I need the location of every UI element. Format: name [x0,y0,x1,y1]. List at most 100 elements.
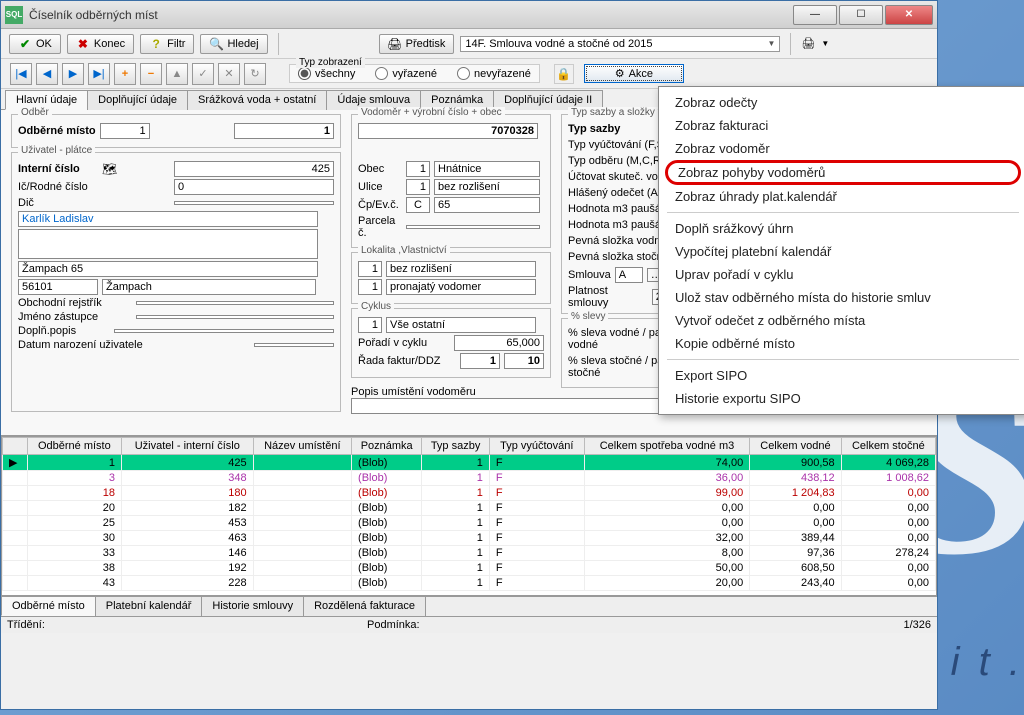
ulice-code-input[interactable]: 1 [406,179,430,195]
dic-input[interactable] [174,201,334,205]
grid-header[interactable]: Uživatel - interní číslo [121,438,253,455]
table-row[interactable]: 18180(Blob)1F99,001 204,830,00 [3,486,936,501]
odberne-misto-input2[interactable]: 1 [234,123,334,139]
predtisk-button[interactable]: 🖨Předtisk [379,34,455,54]
table-row[interactable]: 3348(Blob)1F36,00438,121 008,62 [3,471,936,486]
akce-button[interactable]: ⚙Akce [584,64,684,83]
dopln-popis-input[interactable] [114,329,334,333]
vlast-code-input[interactable]: 1 [358,279,382,295]
table-row[interactable]: 20182(Blob)1F0,000,000,00 [3,501,936,516]
parcela-input[interactable] [406,225,540,229]
tab-rozdelena-fakturace[interactable]: Rozdělená fakturace [303,597,426,616]
radio-all[interactable]: všechny [298,67,355,80]
grid-header[interactable]: Typ sazby [422,438,489,455]
obch-rejstrik-input[interactable] [136,301,334,305]
rada2-input[interactable]: 10 [504,353,544,369]
obec-name-input[interactable]: Hnátnice [434,161,540,177]
smlouva-val-input[interactable]: A [615,267,643,283]
vlast-name-input[interactable]: pronajatý vodomer [386,279,536,295]
menu-vytvor-odecet[interactable]: Vytvoř odečet z odběrného místa [659,309,1024,332]
nav-delete-button[interactable]: − [140,63,162,85]
tab-historie-smlouvy[interactable]: Historie smlouvy [201,597,304,616]
nav-last-button[interactable]: ▶| [88,63,110,85]
nav-add-button[interactable]: + [114,63,136,85]
lokalita-name-input[interactable]: bez rozlišení [386,261,536,277]
adresa-input[interactable]: Žampach 65 [18,261,318,277]
cpev-type-input[interactable]: C [406,197,430,213]
grid-header[interactable]: Typ vyúčtování [489,438,584,455]
nav-edit-button[interactable]: ▲ [166,63,188,85]
print-icon[interactable]: 🖨 [801,37,815,50]
table-row[interactable]: 33146(Blob)1F8,0097,36278,24 [3,546,936,561]
obec-code-input[interactable]: 1 [406,161,430,177]
ulice-name-input[interactable]: bez rozlišení [434,179,540,195]
menu-zobraz-vodomer[interactable]: Zobraz vodoměr [659,137,1024,160]
ok-button[interactable]: ✔OK [9,34,61,54]
grid-header[interactable]: Poznámka [352,438,422,455]
grid-area: Odběrné místoUživatel - interní čísloNáz… [1,435,937,596]
cyklus-name-input[interactable]: Vše ostatní [386,317,536,333]
menu-dopln-srazkovy[interactable]: Doplň srážkový úhrn [659,217,1024,240]
menu-zobraz-pohyby-vodomeru[interactable]: Zobraz pohyby vodoměrů [665,160,1021,185]
hledej-button[interactable]: 🔍Hledej [200,34,267,54]
predtisk-select[interactable]: 14F. Smlouva vodné a stočné od 2015▼ [460,36,780,52]
menu-zobraz-odecty[interactable]: Zobraz odečty [659,91,1024,114]
nav-first-button[interactable]: |◀ [10,63,32,85]
grid-header[interactable]: Odběrné místo [27,438,121,455]
grid-header[interactable]: Celkem spotřeba vodné m3 [584,438,749,455]
rada1-input[interactable]: 1 [460,353,500,369]
vodomer-code-input[interactable]: 7070328 [358,123,538,139]
mesto-input[interactable]: Žampach [102,279,316,295]
lock-icon[interactable]: 🔒 [554,64,574,84]
close-button[interactable]: ✕ [885,5,933,25]
grid-header[interactable] [3,438,28,455]
table-row[interactable]: 43228(Blob)1F20,00243,400,00 [3,576,936,591]
menu-zobraz-uhrady[interactable]: Zobraz úhrady plat.kalendář [659,185,1024,208]
menu-zobraz-fakturaci[interactable]: Zobraz fakturaci [659,114,1024,137]
poradi-input[interactable]: 65,000 [454,335,544,351]
menu-uprav-poradi[interactable]: Uprav pořadí v cyklu [659,263,1024,286]
radio-discarded[interactable]: vyřazené [375,67,437,80]
tab-doplnujici[interactable]: Doplňující údaje [87,90,188,110]
nav-post-button[interactable]: ✓ [192,63,214,85]
grid-header[interactable]: Název umístění [253,438,351,455]
cpev-num-input[interactable]: 65 [434,197,540,213]
grid-header[interactable]: Celkem stočné [841,438,935,455]
tab-odberne-misto[interactable]: Odběrné místo [1,597,96,616]
menu-historie-sipo[interactable]: Historie exportu SIPO [659,387,1024,410]
ic-rodne-input[interactable]: 0 [174,179,334,195]
table-row[interactable]: 30463(Blob)1F32,00389,440,00 [3,531,936,546]
tab-platebni-kalendar[interactable]: Platební kalendář [95,597,203,616]
popis-input[interactable] [18,229,318,259]
interni-cislo-input[interactable]: 425 [174,161,334,177]
nav-prev-button[interactable]: ◀ [36,63,58,85]
psc-input[interactable]: 56101 [18,279,98,295]
filtr-button[interactable]: ?Filtr [140,34,194,54]
radio-not-discarded[interactable]: nevyřazené [457,67,531,80]
jmeno-zastupce-input[interactable] [136,315,334,319]
maximize-button[interactable]: ☐ [839,5,883,25]
tab-srazkova[interactable]: Srážková voda + ostatní [187,90,327,110]
table-row[interactable]: ▶1425(Blob)1F74,00900,584 069,28 [3,455,936,471]
grid-header[interactable]: Celkem vodné [750,438,841,455]
table-row[interactable]: 38192(Blob)1F50,00608,500,00 [3,561,936,576]
grid-scroll[interactable]: Odběrné místoUživatel - interní čísloNáz… [1,436,937,596]
jmeno-input[interactable]: Karlík Ladislav [18,211,318,227]
menu-vypocitej-kalendar[interactable]: Vypočítej platební kalendář [659,240,1024,263]
menu-uloz-stav[interactable]: Ulož stav odběrného místa do historie sm… [659,286,1024,309]
nav-cancel-button[interactable]: ✕ [218,63,240,85]
nav-next-button[interactable]: ▶ [62,63,84,85]
map-icon[interactable]: 🗺 [102,162,117,176]
menu-kopie-misto[interactable]: Kopie odběrné místo [659,332,1024,355]
datum-nar-input[interactable] [254,343,334,347]
cyklus-code-input[interactable]: 1 [358,317,382,333]
lokalita-code-input[interactable]: 1 [358,261,382,277]
konec-button[interactable]: ✖Konec [67,34,134,54]
table-row[interactable]: 25453(Blob)1F0,000,000,00 [3,516,936,531]
menu-export-sipo[interactable]: Export SIPO [659,364,1024,387]
data-grid[interactable]: Odběrné místoUživatel - interní čísloNáz… [2,437,936,591]
chevron-down-icon[interactable]: ▼ [821,39,829,48]
nav-refresh-button[interactable]: ↻ [244,63,266,85]
odberne-misto-input[interactable]: 1 [100,123,150,139]
minimize-button[interactable]: — [793,5,837,25]
